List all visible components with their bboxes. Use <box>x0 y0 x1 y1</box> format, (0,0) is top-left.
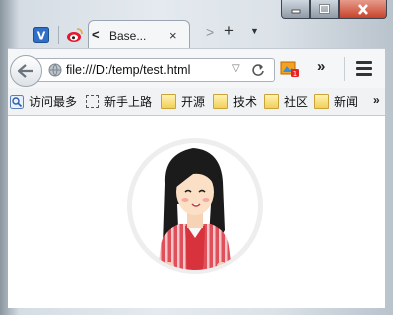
tab-title: Base... <box>109 29 147 43</box>
folder-icon <box>264 94 279 109</box>
url-text[interactable]: file:///D:/temp/test.html <box>66 63 190 77</box>
menu-button[interactable] <box>356 61 372 79</box>
bookmarks-overflow-button[interactable]: » <box>373 93 380 107</box>
window-controls <box>281 0 387 19</box>
pinned-tab-weibo[interactable] <box>58 22 92 48</box>
folder-icon <box>314 94 329 109</box>
bookmark-label: 新闻 <box>334 95 359 109</box>
page-content <box>8 116 385 308</box>
bookmark-label: 社区 <box>284 95 309 109</box>
back-arrow-icon <box>18 64 33 78</box>
bookmarks-toolbar: 访问最多 新手上路 开源 技术 社区 新闻 » <box>8 88 385 116</box>
girl-avatar-image <box>127 138 263 274</box>
search-icon <box>10 94 24 109</box>
bookmark-folder-tech[interactable]: 技术 <box>213 93 257 110</box>
bookmark-label: 开源 <box>181 95 206 109</box>
url-bar[interactable]: file:///D:/temp/test.html ▽ <box>36 58 275 82</box>
toolbar-separator <box>344 57 345 81</box>
bookmark-label: 访问最多 <box>29 95 78 109</box>
extension-button[interactable]: 1 <box>280 60 300 81</box>
minimize-icon <box>291 9 300 14</box>
tab-scroll-right-button[interactable]: > <box>206 24 214 40</box>
toolbar-overflow-button[interactable]: » <box>317 58 325 75</box>
back-button[interactable] <box>10 55 42 87</box>
tab-close-button[interactable]: × <box>169 28 177 43</box>
bookmark-most-visited[interactable]: 访问最多 <box>10 93 77 110</box>
bookmark-label: 新手上路 <box>104 95 153 109</box>
bookmark-folder-opensource[interactable]: 开源 <box>161 93 205 110</box>
v-icon: V <box>33 27 49 43</box>
url-dropmarker-button[interactable]: ▽ <box>232 63 240 74</box>
dashed-box-icon <box>86 95 99 108</box>
close-icon <box>358 3 368 15</box>
folder-icon <box>213 94 228 109</box>
folder-icon <box>161 94 176 109</box>
tab-active[interactable]: < Base... × <box>88 20 190 49</box>
minimize-button[interactable] <box>281 0 310 19</box>
tab-list-button[interactable]: ▼ <box>250 26 259 36</box>
bookmark-folder-community[interactable]: 社区 <box>264 93 308 110</box>
tab-scroll-left-button[interactable]: < <box>92 27 100 42</box>
hamburger-icon <box>356 61 372 64</box>
close-window-button[interactable] <box>339 0 387 19</box>
maximize-icon <box>319 4 330 14</box>
maximize-button[interactable] <box>310 0 339 19</box>
reload-icon <box>252 64 264 76</box>
weibo-icon <box>67 28 83 42</box>
navigation-toolbar: file:///D:/temp/test.html ▽ 1 » <box>8 48 385 89</box>
svg-text:1: 1 <box>293 70 297 78</box>
bookmark-folder-news[interactable]: 新闻 <box>314 93 358 110</box>
svg-text:V: V <box>37 30 46 43</box>
pinned-tab-v[interactable]: V <box>24 22 58 48</box>
bookmark-label: 技术 <box>233 95 258 109</box>
globe-icon <box>48 63 62 77</box>
tab-strip: V < Base... × > + ▼ <box>8 18 385 49</box>
bookmark-getting-started[interactable]: 新手上路 <box>86 93 152 110</box>
extension-icon: 1 <box>280 61 299 78</box>
reload-button[interactable] <box>251 61 265 80</box>
new-tab-button[interactable]: + <box>224 21 234 41</box>
